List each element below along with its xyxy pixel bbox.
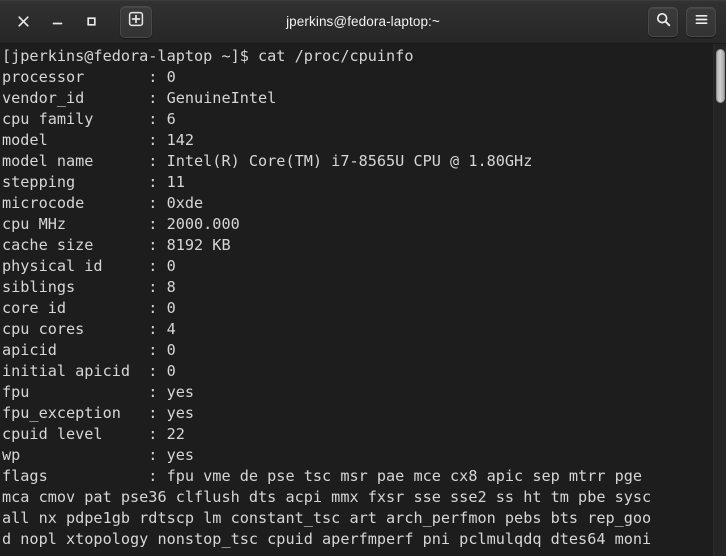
minimize-button[interactable] bbox=[40, 7, 74, 37]
search-icon bbox=[655, 11, 672, 33]
terminal-scrollbar[interactable] bbox=[713, 44, 726, 556]
hamburger-menu-icon bbox=[693, 11, 710, 33]
terminal-output-area[interactable]: [jperkins@fedora-laptop ~]$ cat /proc/cp… bbox=[0, 44, 726, 556]
menu-button[interactable] bbox=[686, 7, 716, 37]
new-tab-icon bbox=[127, 10, 145, 33]
window-titlebar[interactable]: jperkins@fedora-laptop:~ bbox=[0, 0, 726, 44]
new-tab-button[interactable] bbox=[120, 5, 152, 38]
window-controls-left bbox=[0, 5, 152, 38]
terminal-text: [jperkins@fedora-laptop ~]$ cat /proc/cp… bbox=[2, 47, 652, 548]
terminal-window: jperkins@fedora-laptop:~ [jperkins@fedor… bbox=[0, 0, 726, 556]
maximize-icon bbox=[85, 15, 98, 28]
scrollbar-thumb[interactable] bbox=[716, 49, 725, 103]
maximize-button[interactable] bbox=[74, 7, 108, 37]
close-button[interactable] bbox=[6, 7, 40, 37]
minimize-icon bbox=[51, 15, 64, 28]
search-button[interactable] bbox=[648, 7, 678, 37]
close-icon bbox=[17, 15, 30, 28]
window-controls-right bbox=[648, 0, 716, 44]
